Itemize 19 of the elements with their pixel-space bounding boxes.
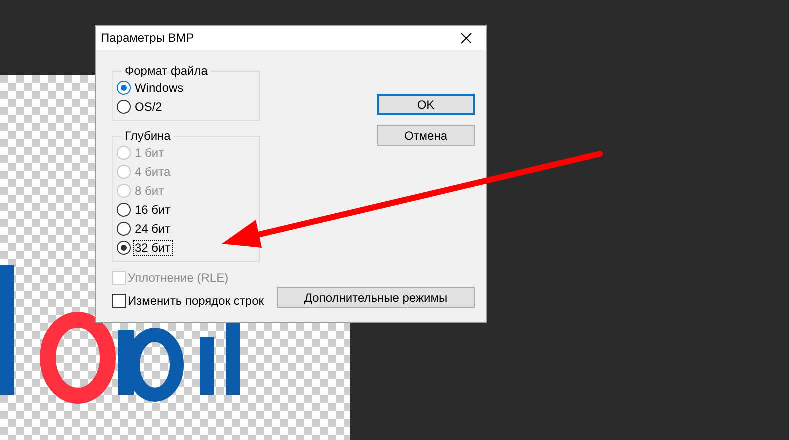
- radio-button[interactable]: [117, 222, 131, 236]
- radio-button[interactable]: [117, 240, 131, 254]
- radio-button[interactable]: [117, 202, 131, 216]
- cancel-button[interactable]: Отмена: [377, 125, 475, 146]
- close-icon[interactable]: [461, 32, 472, 44]
- group-label: Глубина: [124, 129, 172, 143]
- window-title: Параметры BMP: [101, 31, 194, 45]
- radio-label[interactable]: 32 бит: [133, 240, 173, 256]
- checkbox-label[interactable]: Изменить порядок строк: [128, 294, 264, 308]
- group-label: Формат файла: [124, 64, 209, 78]
- radio-label[interactable]: 24 бит: [133, 220, 173, 236]
- radio-button[interactable]: [117, 100, 131, 114]
- advanced-modes-button[interactable]: Дополнительные режимы: [277, 287, 475, 308]
- radio-label[interactable]: Windows: [133, 80, 186, 96]
- radio-label[interactable]: OS/2: [133, 98, 164, 114]
- radio-button[interactable]: [117, 80, 131, 94]
- radio-label[interactable]: 16 бит: [133, 202, 173, 218]
- ok-button[interactable]: OK: [377, 94, 475, 115]
- checkbox[interactable]: [112, 294, 126, 308]
